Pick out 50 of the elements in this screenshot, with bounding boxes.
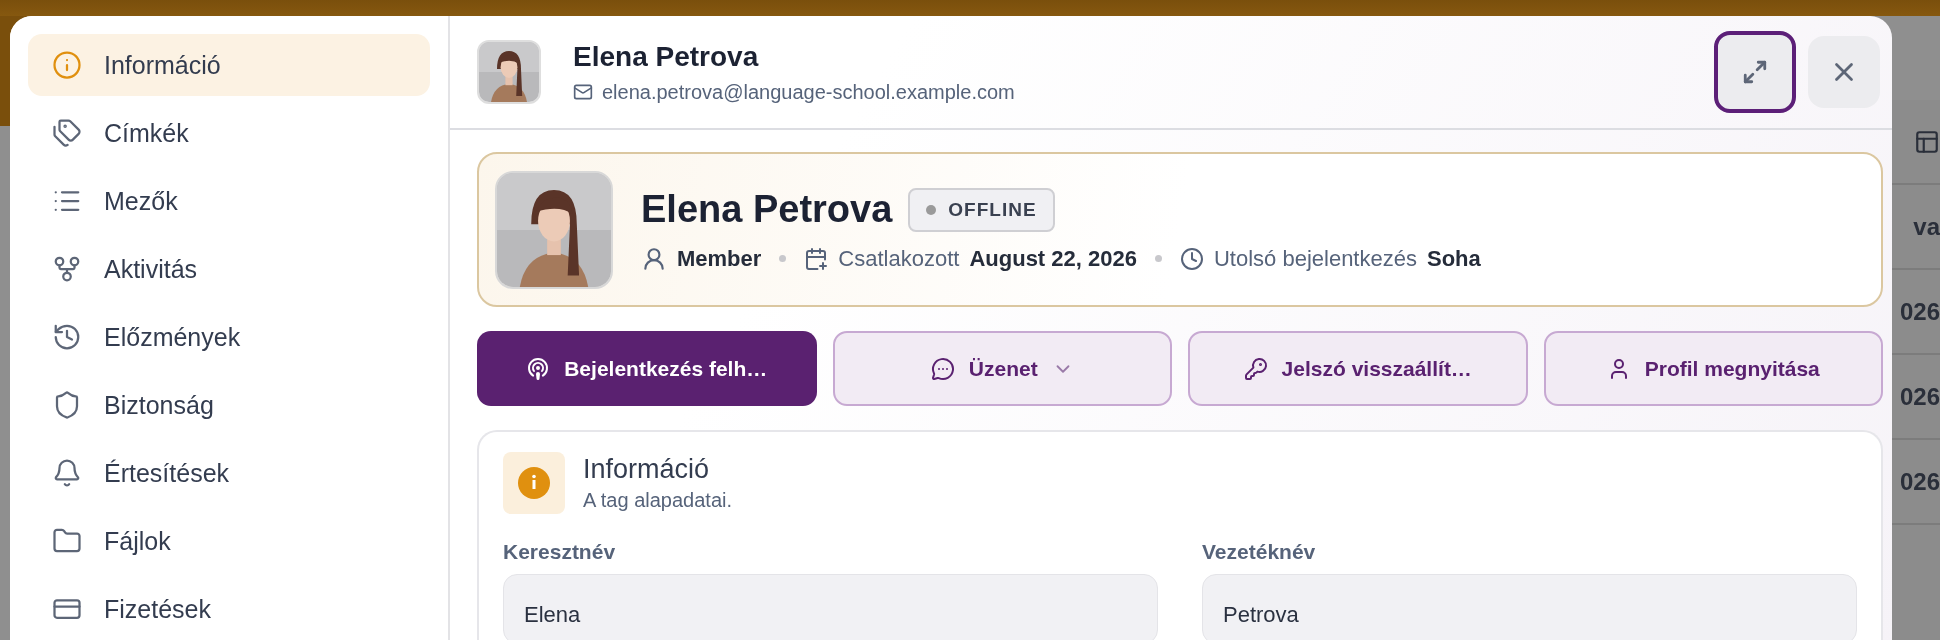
sidebar-item[interactable]: Aktivitás [28,238,430,300]
info-icon [52,50,82,80]
sidebar-item[interactable]: Fájlok [28,510,430,572]
clock-icon [1179,246,1204,271]
input-field[interactable]: Petrova [1202,574,1857,640]
table-cell: 026 [1899,467,1940,496]
joined-label: Csatlakozott [838,245,960,272]
key-icon [1243,356,1268,381]
sidebar-item[interactable]: Címkék [28,102,430,164]
email-text: elena.petrova@language-school.example.com [602,80,1015,104]
action-button[interactable]: Jelszó visszaállít… [1188,331,1528,406]
section-title: Információ [583,454,711,485]
layout-icon [1914,128,1940,155]
mail-icon [573,82,593,102]
section-subtitle: A tag alapadatai. [583,489,732,512]
separator-dot [1154,255,1162,262]
field-label: Keresztnév [503,540,617,564]
table-cell: 026 [1899,382,1940,411]
profile-name: Elena Petrova [641,188,893,231]
chat-bubble-icon [930,356,955,381]
sidebar-item[interactable]: Értesítések [28,442,430,504]
action-button[interactable]: Profil megnyitása [1543,331,1883,406]
history-icon [52,322,82,352]
sidebar-item[interactable]: Előzmények [28,306,430,368]
status-badge: OFFLINE [908,187,1055,232]
joined-date: August 22, 2026 [969,245,1137,272]
input-field[interactable]: Elena [503,574,1158,640]
last-login-value: Soha [1426,245,1481,272]
tags-icon [52,118,82,148]
user-icon [641,245,667,272]
calendar-plus-icon [804,246,829,271]
person-signal-icon [526,356,551,381]
expand-icon [1742,59,1768,85]
fork-icon [52,254,82,284]
table-cell: 026 [1899,297,1940,326]
expand-button[interactable] [1714,31,1796,113]
action-button[interactable]: Üzenet [832,331,1172,406]
sidebar-item[interactable]: Információ [28,34,430,96]
info-icon [518,467,550,499]
header-name: Elena Petrova [573,40,760,73]
bell-icon [52,458,82,488]
action-button[interactable]: Bejelentkezés felh… [477,331,817,406]
field-label: Vezetéknév [1202,540,1317,564]
sidebar-item[interactable]: Biztonság [28,374,430,436]
sidebar-item[interactable]: Mezők [28,170,430,232]
separator-dot [779,255,787,262]
table-cell: va [1913,212,1940,241]
sidebar-item[interactable]: Fizetések [28,578,430,640]
last-login-label: Utolsó bejelentkezés [1213,245,1417,272]
role-text: Member [677,245,762,272]
